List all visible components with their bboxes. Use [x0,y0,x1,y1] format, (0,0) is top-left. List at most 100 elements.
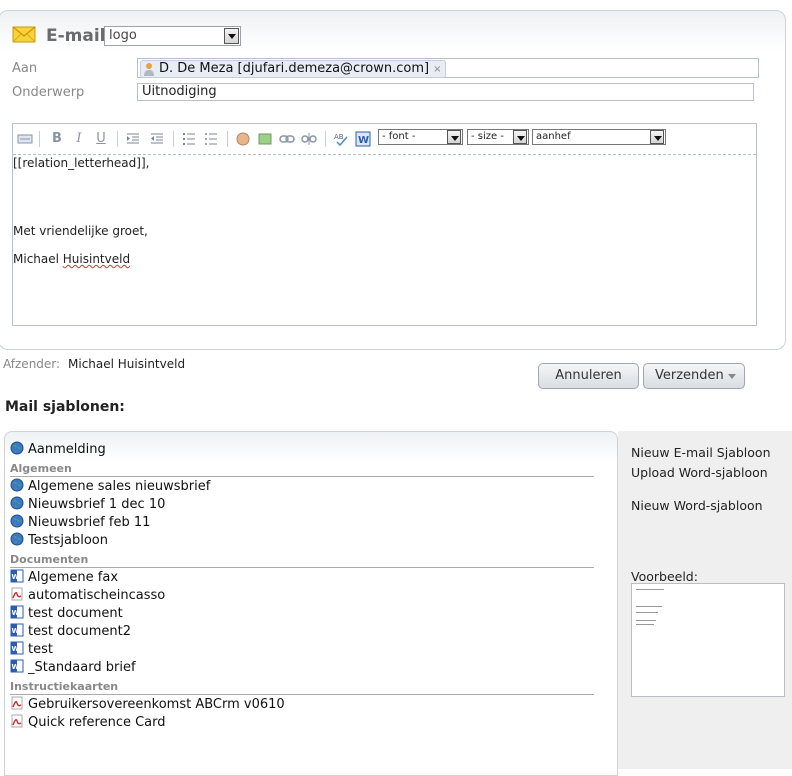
template-item-label: automatischeincasso [28,588,166,603]
send-button[interactable]: Verzenden [643,363,745,389]
envelope-icon [12,26,36,43]
paste-from-word-icon[interactable]: W [355,131,371,147]
template-item[interactable]: Algemene sales nieuwsbrief [10,478,210,496]
unordered-list-icon[interactable] [203,131,219,147]
template-item[interactable]: Wtest [10,641,53,659]
word-doc-icon: W [10,605,24,619]
source-view-icon[interactable] [17,131,33,147]
word-doc-icon: W [10,659,24,673]
svg-text:W: W [12,609,20,617]
svg-text:W: W [12,645,20,653]
link-icon[interactable] [279,131,295,147]
template-item-label: test document [28,606,123,621]
outdent-icon[interactable] [125,131,141,147]
underline-button[interactable]: U [93,131,109,147]
ordered-list-icon[interactable] [181,131,197,147]
size-select-value: - size - [471,131,504,142]
person-icon [144,63,154,76]
size-select[interactable]: - size - [467,129,529,145]
editor-line: Michael Huisintveld [13,252,130,266]
signature-first-name: Michael [13,252,63,266]
template-item[interactable]: W _Standaard brief [10,659,136,677]
recipient-token[interactable]: D. De Meza [djufari.demeza@crown.com] × [140,60,447,78]
template-item-label: Quick reference Card [28,715,166,730]
send-button-label: Verzenden [655,368,724,383]
to-label: Aan [12,61,38,76]
text-color-icon[interactable] [235,131,251,147]
pdf-icon [11,696,23,710]
editor-toolbar: B I U AB W - font - - size - aanhef [13,124,756,155]
logo-select-value: logo [109,28,137,43]
misspelled-word: Huisintveld [62,252,131,266]
template-item[interactable]: automatischeincasso [10,587,165,605]
template-item-label: _Standaard brief [28,660,136,675]
svg-text:W: W [12,573,20,581]
svg-text:W: W [12,663,20,671]
editor-line: Met vriendelijke groet, [13,224,148,238]
template-group-heading: Instructiekaarten [10,680,594,695]
indent-icon[interactable] [149,131,165,147]
page-title: E-mail [46,26,106,46]
template-item-label: Nieuwsbrief 1 dec 10 [28,497,166,512]
upload-word-template-link[interactable]: Upload Word-sjabloon [631,465,768,480]
template-item[interactable]: W Algemene fax [10,569,118,587]
sender-label: Afzender: [3,357,61,371]
template-item[interactable]: Nieuwsbrief 1 dec 10 [10,496,165,514]
chevron-down-icon[interactable] [224,28,239,44]
style-select-value: aanhef [536,131,571,142]
template-group-heading: Algemeen [10,462,594,477]
template-item[interactable]: Wtest document2 [10,623,131,641]
subject-input[interactable]: Uitnodiging [137,83,754,101]
word-doc-icon: W [10,623,24,637]
new-word-template-link[interactable]: Nieuw Word-sjabloon [631,498,763,513]
unlink-icon[interactable] [301,131,317,147]
template-item-label: Gebruikersovereenkomst ABCrm v0610 [28,697,285,712]
chevron-down-icon[interactable] [513,130,527,144]
sender-value: Michael Huisintveld [68,357,186,371]
globe-icon [10,514,24,528]
globe-icon [10,478,24,492]
italic-button[interactable]: I [71,131,87,147]
template-item-label: Algemene fax [28,570,119,585]
message-editor[interactable]: B I U AB W - font - - size - aanhef [[re… [12,123,757,326]
word-doc-icon: W [10,569,24,583]
svg-text:W: W [12,627,20,635]
template-sidebar: Nieuw E-mail Sjabloon Upload Word-sjablo… [618,431,792,769]
style-select[interactable]: aanhef [532,129,666,145]
image-icon[interactable] [257,131,273,147]
font-select[interactable]: - font - [378,129,463,145]
chevron-down-icon[interactable] [447,130,461,144]
chevron-down-icon[interactable] [650,130,664,144]
logo-select[interactable]: logo [104,26,241,46]
template-item-label: test document2 [28,624,131,639]
svg-text:AB: AB [334,133,344,141]
pdf-icon [11,714,23,728]
template-item-label: Nieuwsbrief feb 11 [28,515,151,530]
template-item-label: test [28,642,53,657]
remove-recipient-icon[interactable]: × [433,64,441,75]
templates-heading: Mail sjablonen: [5,399,125,415]
template-item[interactable]: Testsjabloon [10,532,108,550]
editor-line: [[relation_letterhead]], [13,156,150,170]
new-email-template-link[interactable]: Nieuw E-mail Sjabloon [631,445,771,460]
spellcheck-icon[interactable]: AB [333,131,349,147]
template-item[interactable]: Nieuwsbrief feb 11 [10,514,150,532]
font-select-value: - font - [382,131,416,142]
chevron-down-icon[interactable] [728,374,736,379]
to-field[interactable]: D. De Meza [djufari.demeza@crown.com] × [137,58,759,78]
cancel-button[interactable]: Annuleren [538,363,639,389]
template-group-heading: Documenten [10,553,594,568]
template-item[interactable]: Wtest document [10,605,123,623]
preview-label: Voorbeeld: [631,569,698,584]
template-item[interactable]: Aanmelding [10,441,106,459]
template-item[interactable]: Gebruikersovereenkomst ABCrm v0610 [10,696,285,714]
template-item-label: Algemene sales nieuwsbrief [28,479,211,494]
template-item-label: Aanmelding [28,442,106,457]
subject-label: Onderwerp [12,85,85,100]
word-doc-icon: W [10,641,24,655]
recipient-name: D. De Meza [djufari.demeza@crown.com] [159,61,430,76]
globe-icon [10,496,24,510]
template-item[interactable]: Quick reference Card [10,714,166,732]
bold-button[interactable]: B [49,131,65,147]
globe-icon [10,532,24,546]
